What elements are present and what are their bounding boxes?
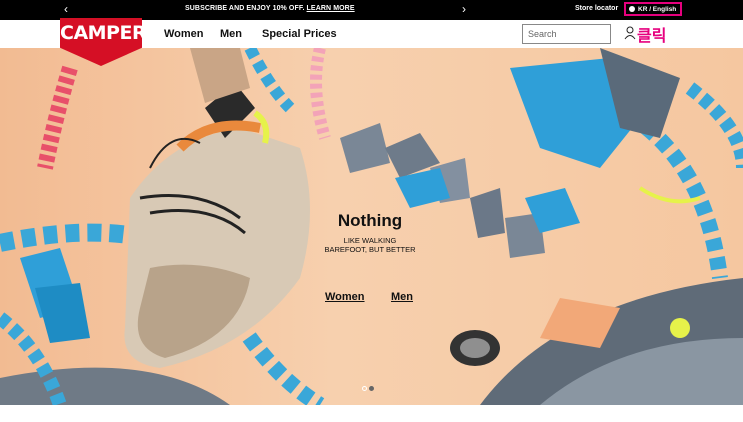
globe-icon	[629, 6, 635, 12]
nav-women[interactable]: Women	[164, 28, 204, 40]
hero-text-block: Nothing LIKE WALKING BAREFOOT, BUT BETTE…	[300, 211, 440, 254]
hero-title: Nothing	[337, 211, 403, 230]
carousel-dot-2[interactable]	[369, 386, 374, 391]
nav-special-prices[interactable]: Special Prices	[262, 28, 337, 40]
user-icon[interactable]	[624, 26, 636, 45]
hero-banner[interactable]: Nothing LIKE WALKING BAREFOOT, BUT BETTE…	[0, 48, 743, 405]
store-locator-link[interactable]: Store locator	[575, 5, 618, 12]
search-input[interactable]: Search	[522, 24, 611, 44]
promo-prev-arrow[interactable]: ‹	[64, 2, 68, 16]
learn-more-link[interactable]: LEARN MORE	[307, 5, 355, 12]
carousel-dot-1[interactable]	[362, 386, 367, 391]
hero-link-women[interactable]: Women	[325, 291, 365, 303]
page-bottom-area	[0, 405, 743, 422]
language-label: KR / English	[638, 5, 677, 13]
hero-subtitle: LIKE WALKING BAREFOOT, BUT BETTER	[300, 236, 440, 254]
carousel-dots	[362, 386, 374, 391]
hero-subtitle-line1: LIKE WALKING	[343, 236, 397, 245]
hero-subtitle-line2: BAREFOOT, BUT BETTER	[324, 245, 416, 254]
language-selector[interactable]: KR / English	[624, 2, 682, 16]
promo-bar: ‹ SUBSCRIBE AND ENJOY 10% OFF. LEARN MOR…	[0, 0, 743, 20]
hero-link-men[interactable]: Men	[391, 291, 413, 303]
promo-next-arrow[interactable]: ›	[462, 2, 466, 16]
nav-men[interactable]: Men	[220, 28, 242, 40]
click-annotation: 클릭	[637, 26, 667, 45]
promo-text: SUBSCRIBE AND ENJOY 10% OFF. LEARN MORE	[185, 5, 355, 12]
promo-message: SUBSCRIBE AND ENJOY 10% OFF.	[185, 5, 305, 12]
